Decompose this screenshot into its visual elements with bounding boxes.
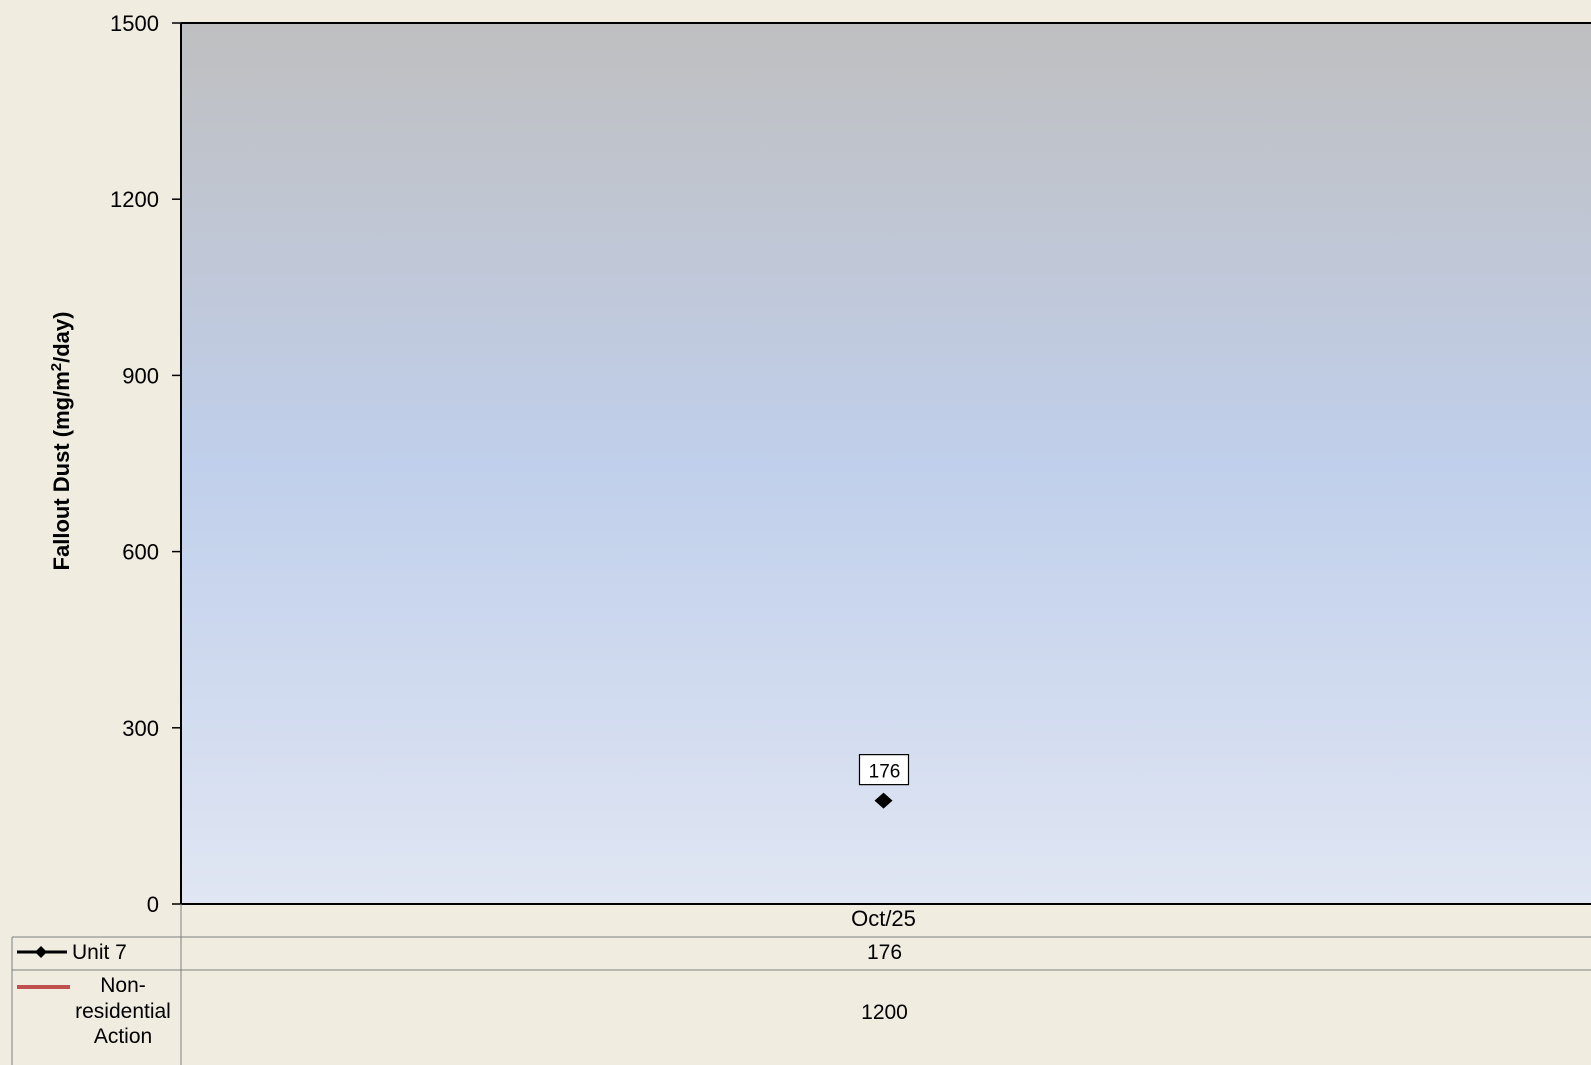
table-cell-unit-7: 176 xyxy=(867,941,902,964)
table-cell-non-residential-action: 1200 xyxy=(861,1001,908,1024)
y-tick-label: 900 xyxy=(122,363,159,388)
y-axis-label: Fallout Dust (mg/m2/day) xyxy=(48,312,74,571)
legend-label-unit-7: Unit 7 xyxy=(72,941,127,964)
fallout-dust-chart: 0 300 600 900 1200 1500 Fallout Dust (mg/m2/d… xyxy=(11,11,1591,1065)
legend-label-non-residential-action: Action xyxy=(94,1025,152,1048)
data-label: 176 xyxy=(869,762,901,783)
x-category-label: Oct/25 xyxy=(851,906,916,931)
legend-label-non-residential-action: residential xyxy=(75,1000,171,1023)
y-axis-ticks: 0 300 600 900 1200 1500 xyxy=(110,11,181,917)
y-tick-label: 300 xyxy=(122,716,159,741)
y-tick-label: 1500 xyxy=(110,11,159,36)
legend-marker-unit-7 xyxy=(35,946,47,958)
legend-label-non-residential-action: Non- xyxy=(100,974,146,997)
data-table: Unit 7 176 Non-residentialAction 1200 xyxy=(11,904,1591,1065)
y-tick-label: 1200 xyxy=(110,187,159,212)
y-tick-label: 600 xyxy=(122,540,159,565)
y-tick-label: 0 xyxy=(147,892,159,917)
